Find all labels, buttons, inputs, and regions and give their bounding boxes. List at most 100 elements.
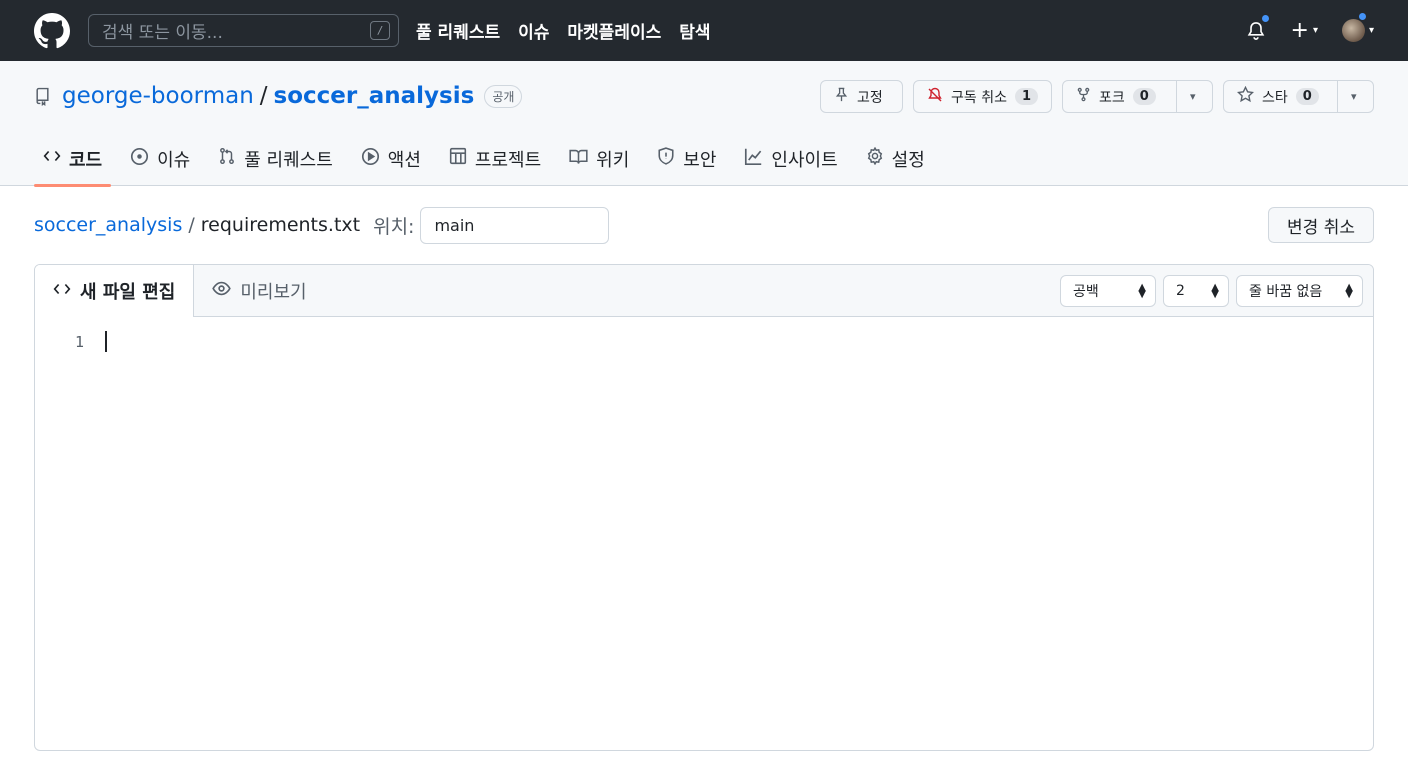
tab-edit-file[interactable]: 새 파일 편집 bbox=[35, 265, 195, 317]
tab-label: 새 파일 편집 bbox=[80, 282, 176, 303]
fork-dropdown-button[interactable]: ▾ bbox=[1176, 81, 1209, 112]
breadcrumb-separator: / bbox=[188, 214, 195, 236]
plus-icon: + bbox=[1290, 18, 1309, 43]
pin-button[interactable]: 고정 bbox=[820, 80, 903, 113]
fork-button-group: 포크 0 ▾ bbox=[1062, 80, 1213, 113]
tab-label: 인사이트 bbox=[771, 149, 838, 171]
chevron-down-icon: ▾ bbox=[1190, 90, 1196, 103]
select-arrows-icon: ▲ ▼ bbox=[1138, 281, 1146, 300]
star-button[interactable]: 스타 0 bbox=[1224, 81, 1337, 112]
tab-label: 코드 bbox=[69, 149, 103, 171]
repo-separator: / bbox=[259, 83, 268, 109]
search-placeholder: 검색 또는 이동... bbox=[102, 23, 223, 43]
repo-actions: 고정 구독 취소 1 포크 0 ▾ 스타 0 ▾ bbox=[820, 80, 1374, 113]
search-shortcut-key: / bbox=[370, 21, 390, 40]
notifications-bell-icon[interactable] bbox=[1245, 13, 1270, 42]
code-line[interactable] bbox=[93, 330, 107, 352]
cancel-changes-button[interactable]: 변경 취소 bbox=[1268, 207, 1374, 243]
line-wrap-select[interactable]: 줄 바꿈 없음 ▲ ▼ bbox=[1236, 274, 1363, 307]
tab-label: 설정 bbox=[891, 149, 925, 171]
line-number: 1 bbox=[74, 333, 84, 351]
chevron-down-icon: ▾ bbox=[1351, 90, 1357, 103]
chevron-down-icon: ▾ bbox=[1368, 25, 1374, 36]
repo-icon bbox=[34, 86, 51, 106]
branch-value: main bbox=[434, 215, 475, 235]
tab-code[interactable]: 코드 bbox=[34, 131, 112, 187]
tab-settings[interactable]: 설정 bbox=[857, 131, 934, 186]
select-arrows-icon: ▲ ▼ bbox=[1211, 281, 1219, 300]
fork-button[interactable]: 포크 0 bbox=[1063, 81, 1176, 112]
nav-pull-requests[interactable]: 풀 리퀘스트 bbox=[416, 18, 500, 43]
indent-size-select[interactable]: 2 ▲ ▼ bbox=[1163, 274, 1229, 307]
watch-count: 1 bbox=[1014, 88, 1039, 105]
unwatch-label: 구독 취소 bbox=[951, 89, 1007, 106]
breadcrumb-repo-link[interactable]: soccer_analysis bbox=[34, 214, 182, 236]
star-label: 스타 bbox=[1262, 89, 1288, 106]
tab-projects[interactable]: 프로젝트 bbox=[440, 131, 550, 186]
star-dropdown-button[interactable]: ▾ bbox=[1337, 81, 1370, 112]
select-value: 공백 bbox=[1073, 283, 1099, 300]
search-input[interactable]: 검색 또는 이동... / bbox=[88, 14, 399, 47]
editor-toolbar: 새 파일 편집 미리보기 공백 ▲ ▼ 2 ▲ ▼ 줄 바꿈 없음 ▲ ▼ bbox=[35, 265, 1373, 317]
nav-explore[interactable]: 탐색 bbox=[679, 18, 710, 43]
book-icon bbox=[569, 147, 588, 171]
user-menu-button[interactable]: ▾ bbox=[1341, 12, 1374, 42]
tab-label: 이슈 bbox=[157, 149, 191, 171]
code-icon bbox=[53, 280, 71, 303]
github-logo-icon[interactable] bbox=[34, 12, 70, 49]
tab-wiki[interactable]: 위키 bbox=[560, 131, 638, 186]
tab-label: 프로젝트 bbox=[474, 149, 542, 171]
pin-label: 고정 bbox=[857, 89, 883, 106]
tab-security[interactable]: 보안 bbox=[648, 131, 725, 186]
global-header: 검색 또는 이동... / 풀 리퀘스트 이슈 마켓플레이스 탐색 + ▾ ▾ bbox=[0, 0, 1408, 61]
tab-insights[interactable]: 인사이트 bbox=[735, 131, 846, 186]
filename-input[interactable]: requirements.txt bbox=[201, 214, 360, 236]
fork-label: 포크 bbox=[1099, 89, 1125, 106]
tab-pull-requests[interactable]: 풀 리퀘스트 bbox=[209, 131, 342, 186]
repo-nav-tabs: 코드 이슈 풀 리퀘스트 액션 프로젝트 위키 보안 인사이트 설정 bbox=[34, 131, 1374, 187]
create-new-button[interactable]: + ▾ bbox=[1291, 18, 1318, 43]
issue-icon bbox=[130, 147, 149, 171]
select-arrows-icon: ▲ ▼ bbox=[1345, 281, 1353, 300]
repo-owner-link[interactable]: george-boorman bbox=[62, 83, 254, 109]
tab-actions[interactable]: 액션 bbox=[352, 131, 430, 186]
code-icon bbox=[43, 147, 61, 170]
avatar bbox=[1341, 19, 1365, 42]
bell-slash-icon bbox=[927, 87, 943, 107]
select-value: 줄 바꿈 없음 bbox=[1249, 283, 1323, 300]
file-path-bar: soccer_analysis / requirements.txt 위치: m… bbox=[0, 186, 1408, 264]
code-editor-area[interactable]: 1 bbox=[35, 317, 1373, 352]
chevron-down-icon: ▾ bbox=[1312, 25, 1318, 36]
fork-count: 0 bbox=[1132, 88, 1156, 105]
unwatch-button[interactable]: 구독 취소 1 bbox=[913, 80, 1052, 113]
star-icon bbox=[1236, 85, 1255, 107]
repo-name-link[interactable]: soccer_analysis bbox=[274, 83, 475, 109]
header-actions: + ▾ ▾ bbox=[1245, 12, 1374, 43]
tab-label: 위키 bbox=[596, 149, 630, 171]
file-editor: 새 파일 편집 미리보기 공백 ▲ ▼ 2 ▲ ▼ 줄 바꿈 없음 ▲ ▼ 1 bbox=[34, 264, 1374, 751]
pull-request-icon bbox=[218, 147, 236, 170]
gear-icon bbox=[866, 146, 884, 170]
nav-marketplace[interactable]: 마켓플레이스 bbox=[567, 18, 661, 43]
eye-icon bbox=[212, 279, 232, 303]
visibility-badge: 공개 bbox=[484, 84, 523, 108]
fork-icon bbox=[1076, 87, 1091, 106]
nav-issues[interactable]: 이슈 bbox=[518, 18, 549, 43]
text-cursor bbox=[105, 330, 107, 352]
notification-dot bbox=[1260, 13, 1270, 23]
tab-issues[interactable]: 이슈 bbox=[121, 131, 199, 186]
global-nav: 풀 리퀘스트 이슈 마켓플레이스 탐색 bbox=[416, 18, 711, 43]
shield-icon bbox=[657, 147, 675, 170]
indent-mode-select[interactable]: 공백 ▲ ▼ bbox=[1060, 274, 1156, 307]
tab-label: 보안 bbox=[683, 149, 717, 171]
status-dot bbox=[1357, 12, 1367, 21]
editor-options: 공백 ▲ ▼ 2 ▲ ▼ 줄 바꿈 없음 ▲ ▼ bbox=[1060, 265, 1373, 316]
tab-preview[interactable]: 미리보기 bbox=[194, 265, 324, 316]
select-value: 2 bbox=[1176, 282, 1185, 299]
branch-input[interactable]: main bbox=[420, 206, 610, 244]
branch-label: 위치: bbox=[373, 215, 415, 238]
graph-icon bbox=[744, 147, 763, 171]
play-icon bbox=[361, 147, 380, 171]
star-button-group: 스타 0 ▾ bbox=[1223, 80, 1374, 113]
tab-label: 풀 리퀘스트 bbox=[244, 149, 333, 171]
